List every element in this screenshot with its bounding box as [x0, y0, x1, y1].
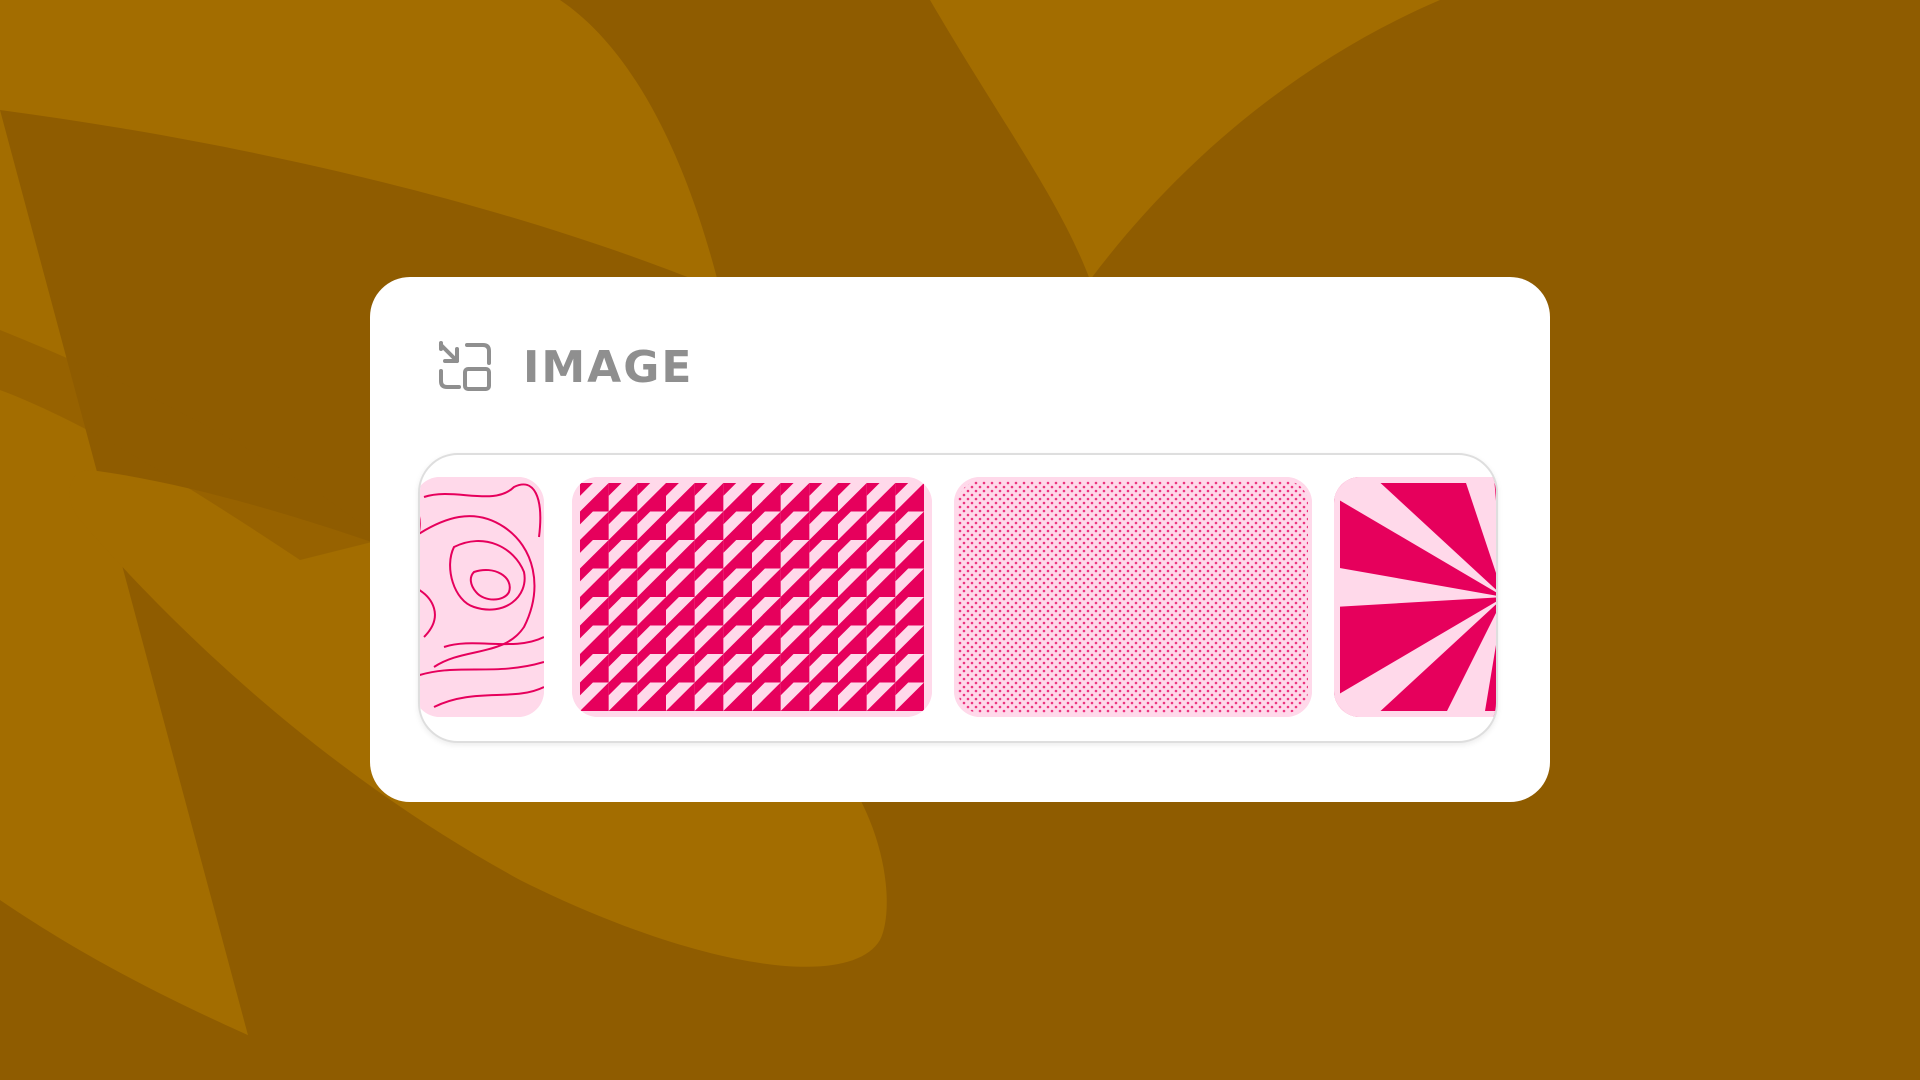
image-panel: IMAGE: [370, 277, 1550, 802]
swap-image-icon[interactable]: [437, 341, 493, 393]
panel-header: IMAGE: [437, 339, 693, 395]
image-thumbnail-dots[interactable]: [954, 477, 1312, 717]
image-thumbnail-sunburst[interactable]: [1334, 477, 1496, 717]
panel-title: IMAGE: [523, 341, 694, 393]
image-carousel[interactable]: [418, 453, 1498, 743]
image-thumbnail-topographic[interactable]: [420, 477, 544, 717]
image-thumbnail-triangles[interactable]: [572, 477, 932, 717]
stage-background: IMAGE: [0, 0, 1920, 1080]
